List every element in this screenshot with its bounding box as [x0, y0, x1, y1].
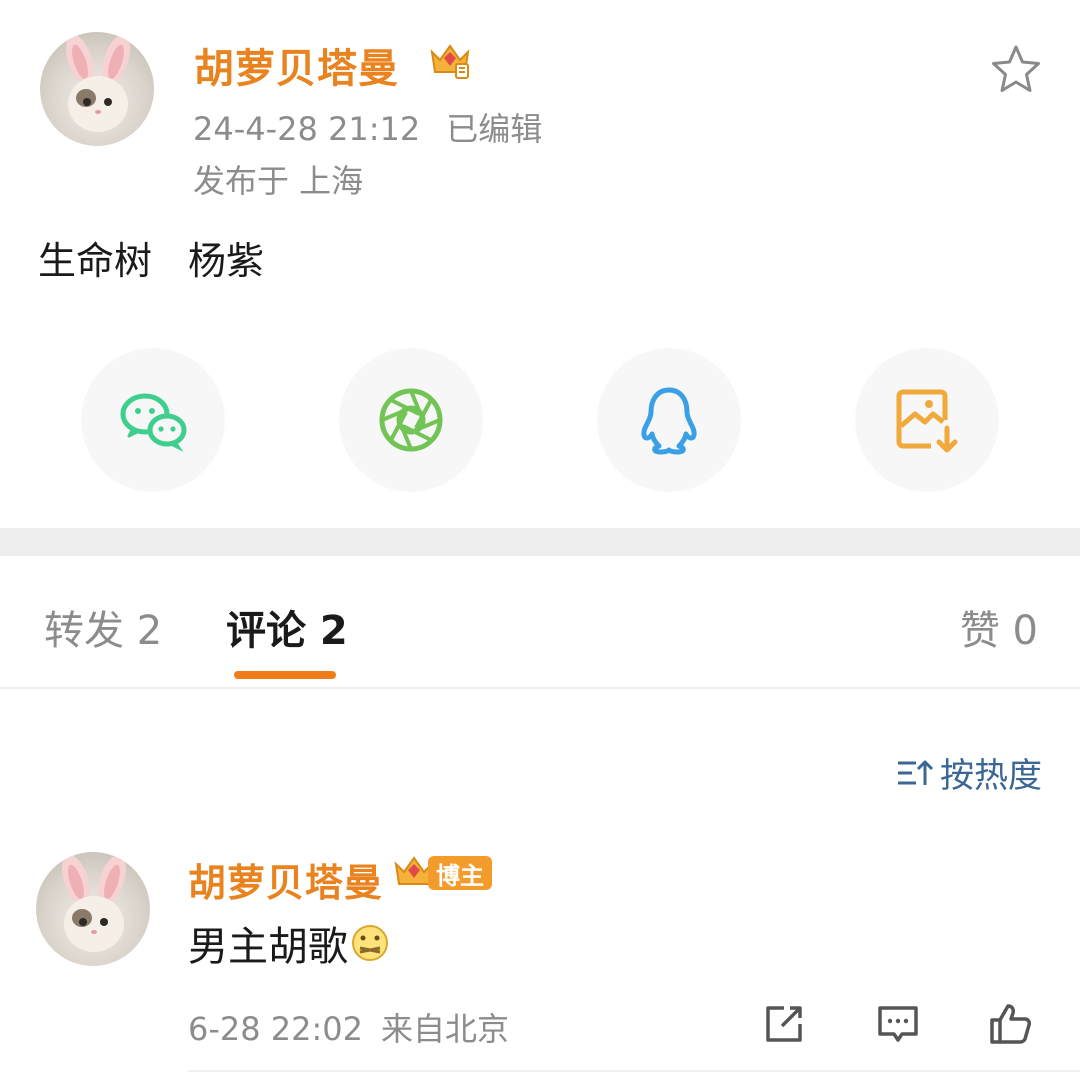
comment-text: 男主胡歌: [188, 924, 348, 970]
comment-divider: [188, 1070, 1080, 1072]
sort-by-heat-button[interactable]: 按热度: [896, 748, 1042, 797]
edited-label[interactable]: 已编辑: [446, 110, 542, 148]
sort-label: 按热度: [940, 756, 1042, 796]
cat-bunny-avatar-image: [62, 854, 126, 952]
section-divider: [0, 528, 1080, 556]
vip-crown-icon: [428, 38, 472, 82]
avatar[interactable]: [40, 32, 154, 146]
comment-time: 6-28 22:02: [188, 1010, 364, 1048]
cat-bunny-avatar-image: [66, 34, 130, 132]
share-qq-button[interactable]: [597, 348, 741, 492]
tab-repost[interactable]: 转发 2: [44, 598, 162, 656]
save-image-icon: [896, 389, 958, 453]
author-badge: 博主: [428, 856, 492, 890]
like-icon[interactable]: [986, 1000, 1034, 1048]
comment-author-name[interactable]: 胡萝贝塔曼: [188, 852, 383, 907]
post-location: 发布于 上海: [193, 162, 364, 200]
post-content: 生命树 杨紫: [38, 230, 264, 285]
share-moments-button[interactable]: [339, 348, 483, 492]
active-tab-indicator: [234, 671, 336, 679]
comment-text-row: 男主胡歌: [188, 914, 390, 972]
sort-icon: [898, 760, 934, 785]
reply-icon[interactable]: [874, 1000, 922, 1048]
moments-icon: [379, 388, 443, 452]
tabs-divider: [0, 687, 1080, 689]
post-time: 24-4-28 21:12: [193, 110, 421, 148]
share-wechat-button[interactable]: [81, 348, 225, 492]
comment-meta: 6-28 22:02 来自北京: [188, 1004, 509, 1050]
tab-likes[interactable]: 赞 0: [960, 598, 1038, 656]
post-text-segment: 生命树: [38, 239, 153, 283]
wechat-icon: [120, 393, 187, 452]
tab-comments[interactable]: 评论 2: [226, 598, 348, 656]
save-image-button[interactable]: [855, 348, 999, 492]
post-text-segment: 杨紫: [188, 239, 265, 283]
star-icon[interactable]: [990, 44, 1042, 94]
zipped-mouth-emoji-icon: [352, 925, 388, 961]
post-author-name[interactable]: 胡萝贝塔曼: [194, 36, 399, 94]
comment-avatar[interactable]: [36, 852, 150, 966]
share-icon[interactable]: [760, 1000, 808, 1048]
qq-icon: [641, 387, 697, 455]
comment-source: 来自北京: [381, 1010, 510, 1048]
post-time-row: 24-4-28 21:12 已编辑: [193, 104, 542, 150]
